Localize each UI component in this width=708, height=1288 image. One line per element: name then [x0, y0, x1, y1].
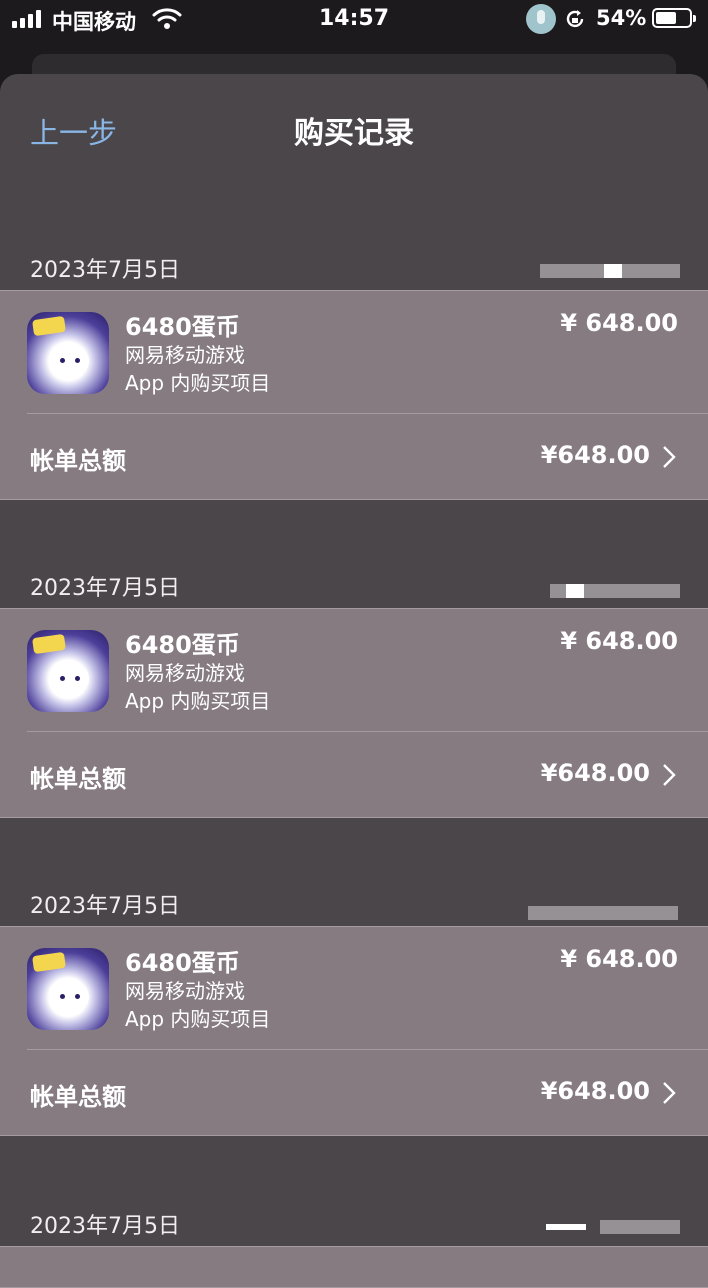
redacted-id: [546, 1224, 586, 1230]
game-app-icon: [27, 312, 109, 394]
item-type: App 内购买项目: [125, 1007, 271, 1031]
bill-total-label: 帐单总额: [30, 1083, 126, 1111]
purchase-card[interactable]: 6480蛋币 网易移动游戏 App 内购买项目 ¥ 648.00 帐单总额 ¥6…: [0, 290, 708, 500]
redacted-id: [566, 584, 584, 598]
chevron-right-icon[interactable]: [662, 445, 676, 469]
bill-total-value: ¥648.00: [540, 441, 650, 469]
purchase-card[interactable]: 6480蛋币 网易移动游戏 App 内购买项目 ¥ 648.00 帐单总额 ¥6…: [0, 926, 708, 1136]
bill-total-label: 帐单总额: [30, 447, 126, 475]
game-app-icon: [27, 948, 109, 1030]
battery-percentage: 54%: [596, 6, 647, 30]
item-price: ¥ 648.00: [560, 945, 678, 973]
page-title: 购买记录: [294, 116, 414, 151]
purchase-date: 2023年7月5日: [30, 1214, 180, 1239]
item-type: App 内购买项目: [125, 371, 271, 395]
purchase-card[interactable]: 6480蛋币 网易移动游戏 App 内购买项目 ¥ 648.00 帐单总额 ¥6…: [0, 608, 708, 818]
divider: [27, 413, 708, 414]
redacted-id: [528, 906, 678, 920]
purchase-date: 2023年7月5日: [30, 258, 180, 283]
divider: [27, 1049, 708, 1050]
rotation-lock-icon: [566, 10, 584, 28]
item-name: 6480蛋币: [125, 313, 240, 341]
item-type: App 内购买项目: [125, 689, 271, 713]
microphone-icon: [526, 4, 556, 34]
status-bar: 中国移动 14:57 54%: [0, 0, 708, 40]
chevron-right-icon[interactable]: [662, 1081, 676, 1105]
item-price: ¥ 648.00: [560, 309, 678, 337]
bill-total-value: ¥648.00: [540, 1077, 650, 1105]
item-price: ¥ 648.00: [560, 627, 678, 655]
item-developer: 网易移动游戏: [125, 979, 245, 1003]
bill-total-value: ¥648.00: [540, 759, 650, 787]
item-developer: 网易移动游戏: [125, 661, 245, 685]
purchase-history-sheet: 上一步 购买记录 2023年7月5日 6480蛋币 网易移动游戏 App 内购买…: [0, 74, 708, 1288]
battery-icon: [652, 8, 696, 28]
item-developer: 网易移动游戏: [125, 343, 245, 367]
bill-total-label: 帐单总额: [30, 765, 126, 793]
purchase-date: 2023年7月5日: [30, 576, 180, 601]
redacted-id: [604, 264, 622, 278]
item-name: 6480蛋币: [125, 631, 240, 659]
chevron-right-icon[interactable]: [662, 763, 676, 787]
purchase-date: 2023年7月5日: [30, 894, 180, 919]
game-app-icon: [27, 630, 109, 712]
item-name: 6480蛋币: [125, 949, 240, 977]
purchase-card[interactable]: [0, 1246, 708, 1288]
divider: [27, 731, 708, 732]
redacted-id: [600, 1220, 680, 1234]
